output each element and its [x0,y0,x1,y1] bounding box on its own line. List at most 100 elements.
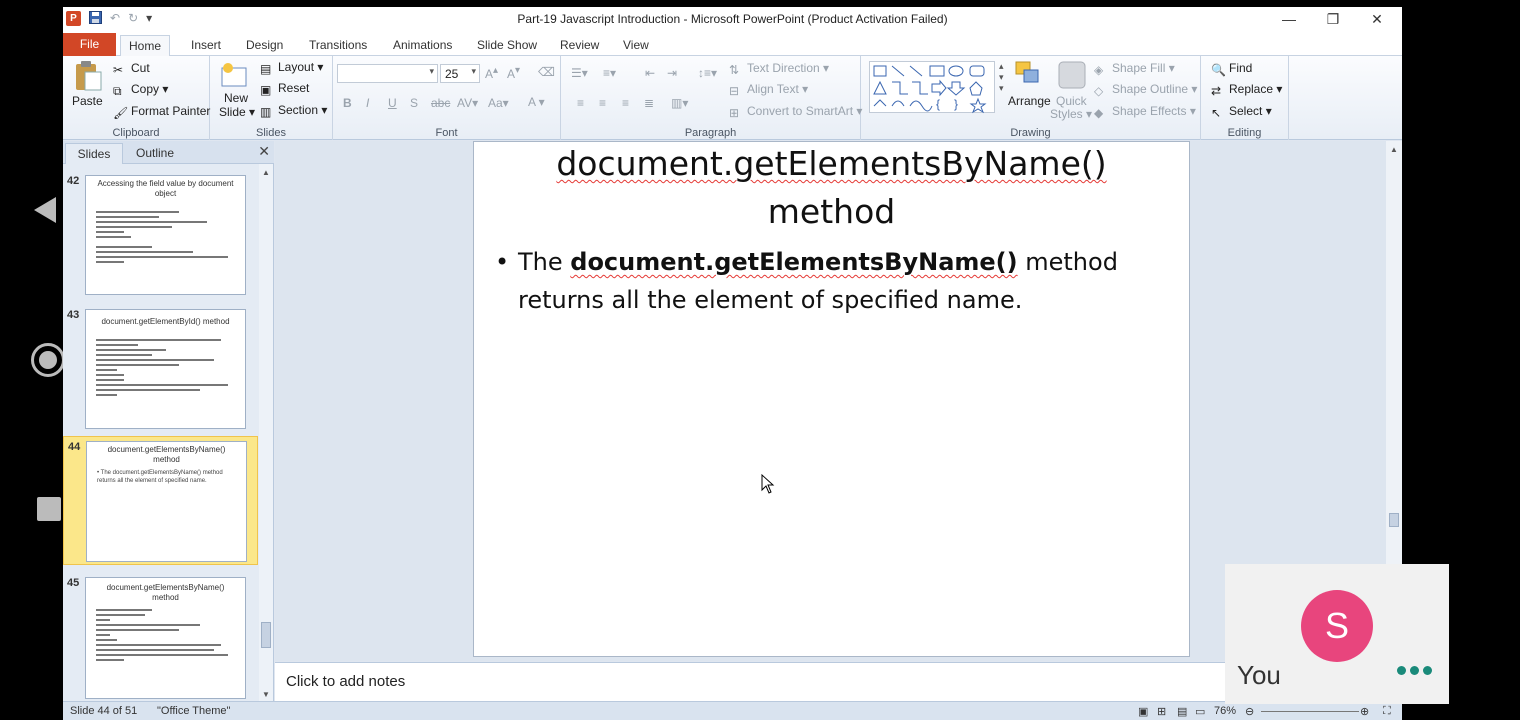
strikethrough-icon[interactable]: abc [431,96,450,110]
font-name-dropdown[interactable]: ▾ [337,64,438,83]
layout-button[interactable]: ▤ Layout ▾ [260,60,323,76]
zoom-in-icon[interactable]: ⊕ [1360,705,1369,718]
find-button[interactable]: 🔍 Find [1211,61,1252,77]
pane-close-icon[interactable]: ✕ [258,143,270,160]
slide-thumbnail-selected[interactable]: 44 document.getElementsByName() method •… [63,436,258,565]
line-spacing-icon[interactable]: ↕≡▾ [698,66,717,80]
tab-review[interactable]: Review [552,35,607,56]
slide-thumbnail[interactable]: 42 Accessing the field value by document… [63,171,258,297]
zoom-level[interactable]: 76% [1214,705,1236,717]
align-text-icon: ⊟ [729,84,740,98]
copy-button[interactable]: ⧉ Copy ▾ [113,82,168,98]
select-button[interactable]: ↖ Select ▾ [1211,104,1272,120]
slide-body[interactable]: • The document.getElementsByName() metho… [495,243,1159,319]
reading-view-icon[interactable]: ▤ [1177,705,1187,718]
underline-icon[interactable]: U [388,96,397,110]
align-center-icon[interactable]: ≡ [599,96,606,110]
grow-font-icon[interactable]: A▴ [485,65,498,81]
fit-slide-icon[interactable]: ⛶ [1383,705,1391,718]
bullets-icon[interactable]: ☰▾ [571,66,588,80]
scroll-down-icon[interactable]: ▼ [262,690,270,699]
tab-slide-show[interactable]: Slide Show [469,35,545,56]
slide-number: 42 [67,175,80,187]
format-painter-button[interactable]: 🖌 Format Painter [113,104,210,120]
replace-button[interactable]: ⇄ Replace ▾ [1211,82,1282,98]
canvas-scroll-thumb[interactable] [1389,513,1399,527]
tab-home[interactable]: Home [120,35,171,56]
arrange-icon[interactable] [1014,60,1044,92]
back-icon[interactable] [34,197,56,223]
tab-outline[interactable]: Outline [125,143,185,164]
increase-indent-icon[interactable]: ⇥ [667,66,677,80]
shape-effects-button[interactable]: ◆ Shape Effects ▾ [1094,104,1196,120]
section-button[interactable]: ▥ Section ▾ [260,103,327,119]
align-right-icon[interactable]: ≡ [622,96,629,110]
close-icon[interactable]: ✕ [1362,10,1392,28]
bullet-text-bold: document.getElementsByName() [570,248,1018,276]
tab-view[interactable]: View [615,35,657,56]
quick-styles-button-2[interactable]: Styles ▾ [1050,107,1092,121]
thumbnail-image: document.getElementById() method [85,309,246,429]
shrink-font-icon[interactable]: A▾ [507,65,520,81]
shape-fill-button[interactable]: ◈ Shape Fill ▾ [1094,61,1175,77]
font-color-icon[interactable]: A ▾ [528,95,545,109]
editing-group: 🔍 Find ⇄ Replace ▾ ↖ Select ▾ Editing [1201,56,1289,140]
tab-file[interactable]: File [63,33,116,56]
quick-styles-button[interactable]: Quick [1056,94,1087,108]
justify-icon[interactable]: ≣ [644,96,654,110]
slide-thumbnail[interactable]: 45 document.getElementsByName() method [63,573,258,701]
change-case-icon[interactable]: Aa▾ [488,96,509,110]
new-slide-button[interactable]: New [224,91,248,105]
thumbnail-image: document.getElementsByName() method • Th… [86,441,247,562]
pane-scroll-thumb[interactable] [261,622,271,648]
decrease-indent-icon[interactable]: ⇤ [645,66,655,80]
shape-outline-button[interactable]: ◇ Shape Outline ▾ [1094,82,1197,98]
slideshow-icon[interactable]: ▭ [1195,705,1205,718]
slide-sorter-icon[interactable]: ⊞ [1157,705,1166,718]
shadow-icon[interactable]: S [410,96,418,110]
convert-smartart-button[interactable]: ⊞ Convert to SmartArt ▾ [729,104,862,120]
slide-number: 45 [67,577,80,589]
restore-icon[interactable]: ❐ [1318,10,1348,28]
reset-button[interactable]: ▣ Reset [260,81,309,97]
slide-thumbnail[interactable]: 43 document.getElementById() method [63,305,258,431]
align-left-icon[interactable]: ≡ [577,96,584,110]
normal-view-icon[interactable]: ▣ [1138,705,1148,718]
quick-styles-icon[interactable] [1057,60,1087,92]
numbering-icon[interactable]: ≡▾ [603,66,616,80]
home-icon[interactable] [31,343,65,377]
paste-icon[interactable] [73,60,103,92]
current-slide[interactable]: document.getElementsByName() method • Th… [473,141,1190,657]
more-options-icon[interactable] [1397,666,1432,675]
shapes-more-icon[interactable]: ▴ ▾ ▾ [999,61,1004,94]
new-slide-button-2[interactable]: Slide ▾ [219,105,255,119]
tab-insert[interactable]: Insert [183,35,229,56]
bold-icon[interactable]: B [343,96,352,110]
shapes-gallery[interactable]: { } [869,61,995,114]
stop-share-icon[interactable] [37,497,61,521]
font-size-dropdown[interactable]: 25 ▾ [440,64,480,83]
clear-formatting-icon[interactable]: ⌫ [538,65,555,79]
scroll-up-icon[interactable]: ▲ [262,168,270,177]
text-direction-button[interactable]: ⇅ Text Direction ▾ [729,61,829,77]
new-slide-icon[interactable] [220,62,250,94]
tab-animations[interactable]: Animations [385,35,460,56]
zoom-out-icon[interactable]: ⊖ [1245,705,1254,718]
cut-button[interactable]: ✂ Cut [113,61,150,77]
slide-title[interactable]: document.getElementsByName() method [474,140,1189,236]
arrange-button[interactable]: Arrange [1008,94,1051,108]
scroll-up-icon[interactable]: ▲ [1390,145,1398,154]
thumbnail-body: • The document.getElementsByName() metho… [97,470,223,484]
zoom-slider[interactable] [1261,711,1359,712]
align-text-button[interactable]: ⊟ Align Text ▾ [729,82,808,98]
minimize-icon[interactable]: — [1274,10,1304,28]
columns-icon[interactable]: ▥▾ [671,96,688,110]
paste-button[interactable]: Paste [72,94,103,108]
theme-name: "Office Theme" [157,705,231,717]
tab-transitions[interactable]: Transitions [301,35,375,56]
char-spacing-icon[interactable]: AV▾ [457,96,478,110]
tab-slides[interactable]: Slides [65,143,123,164]
tab-design[interactable]: Design [238,35,291,56]
italic-icon[interactable]: I [366,96,369,110]
pane-scrollbar[interactable]: ▲ ▼ [259,164,273,701]
